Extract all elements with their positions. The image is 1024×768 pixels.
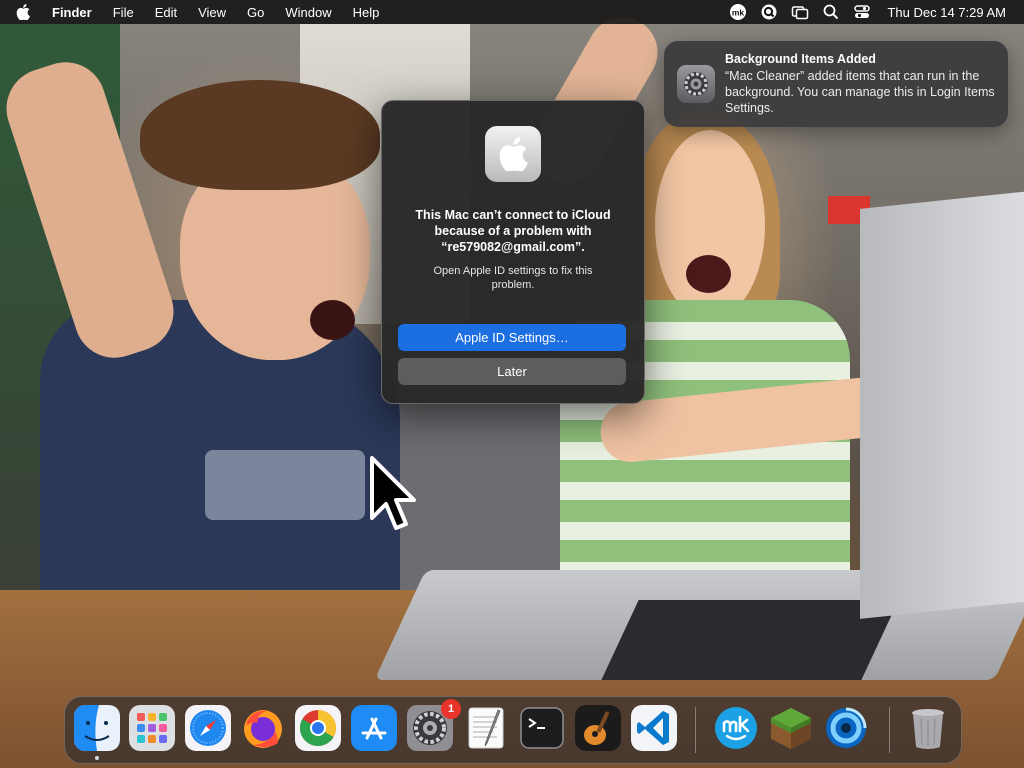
blue-ring-app-icon[interactable] [823, 705, 869, 751]
mouse-pointer-icon [370, 456, 416, 530]
menu-window[interactable]: Window [285, 5, 331, 20]
launchpad-icon[interactable] [129, 705, 175, 751]
chrome-icon[interactable] [295, 705, 341, 751]
dock-separator [889, 707, 890, 753]
app-store-icon[interactable] [351, 705, 397, 751]
apple-logo-icon [485, 126, 541, 182]
wallpaper-laptop-keyboard [601, 600, 899, 680]
dock-separator [695, 707, 696, 753]
dialog-title: This Mac can’t connect to iCloud because… [415, 208, 611, 254]
menu-edit[interactable]: Edit [155, 5, 177, 20]
garageband-icon[interactable] [575, 705, 621, 751]
finder-icon[interactable] [74, 705, 120, 751]
dock: 1 [64, 696, 962, 764]
notification-body: “Mac Cleaner” added items that can run i… [725, 69, 995, 115]
wallpaper-shirt-print [205, 450, 365, 520]
firefox-icon[interactable] [240, 705, 286, 751]
notification-banner[interactable]: Background Items Added “Mac Cleaner” add… [664, 41, 1008, 127]
wallpaper-boy-mouth [310, 300, 355, 340]
vscode-icon[interactable] [631, 705, 677, 751]
screen-mirroring-icon[interactable] [791, 3, 809, 21]
textedit-icon[interactable] [463, 705, 509, 751]
menu-clock[interactable]: Thu Dec 14 7:29 AM [887, 5, 1006, 20]
terminal-icon[interactable] [519, 705, 565, 751]
mackeeper-icon[interactable] [713, 705, 759, 751]
search-widget-icon[interactable] [760, 3, 778, 21]
spotlight-search-icon[interactable] [822, 3, 840, 21]
menu-app-name[interactable]: Finder [52, 5, 92, 20]
menu-file[interactable]: File [113, 5, 134, 20]
later-button[interactable]: Later [398, 358, 626, 385]
safari-icon[interactable] [185, 705, 231, 751]
apple-id-settings-button[interactable]: Apple ID Settings… [398, 324, 626, 351]
menu-view[interactable]: View [198, 5, 226, 20]
system-settings-icon[interactable]: 1 [407, 699, 461, 751]
dialog-message: Open Apple ID settings to fix this probl… [433, 265, 593, 291]
menu-go[interactable]: Go [247, 5, 264, 20]
apple-menu-icon[interactable] [16, 4, 30, 21]
notification-badge: 1 [441, 699, 461, 719]
wallpaper-laptop-lid [860, 191, 1024, 619]
svg-text:mk: mk [732, 8, 745, 18]
system-settings-gear-icon [677, 65, 715, 103]
wallpaper-girl-mouth [686, 255, 731, 293]
minecraft-icon[interactable] [768, 705, 814, 751]
control-center-icon[interactable] [853, 3, 871, 21]
wallpaper-boy-hair [140, 80, 380, 190]
trash-icon[interactable] [905, 705, 951, 751]
icloud-alert-dialog: This Mac can’t connect to iCloud because… [381, 100, 645, 404]
menu-help[interactable]: Help [353, 5, 380, 20]
menu-bar: Finder File Edit View Go Window Help mk … [0, 0, 1024, 24]
mk-app-icon[interactable]: mk [729, 3, 747, 21]
running-indicator [95, 756, 99, 760]
notification-title: Background Items Added [725, 52, 876, 66]
